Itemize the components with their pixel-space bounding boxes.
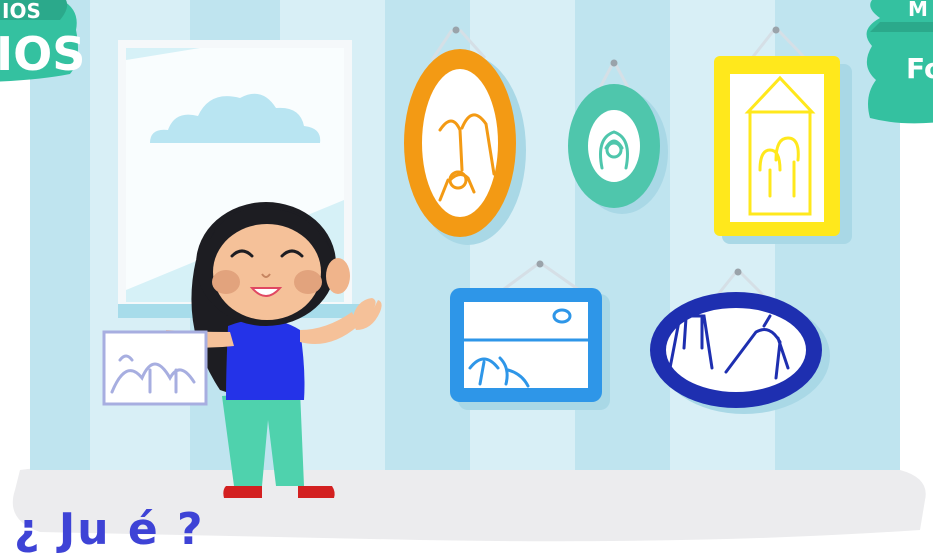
gallery-illustration: IOS IOS M Fo [0, 0, 933, 542]
badge-left-line2: IOS [0, 27, 85, 81]
badge-left: IOS IOS [0, 0, 85, 82]
badge-right-line2: Fo [906, 52, 933, 85]
frame-yellow-house [714, 26, 852, 244]
child-drawing [102, 330, 208, 406]
section-heading: ¿ Ju é ? [14, 504, 205, 555]
badge-left-line1: IOS [2, 0, 41, 23]
badge-right-line1: M [908, 0, 928, 21]
